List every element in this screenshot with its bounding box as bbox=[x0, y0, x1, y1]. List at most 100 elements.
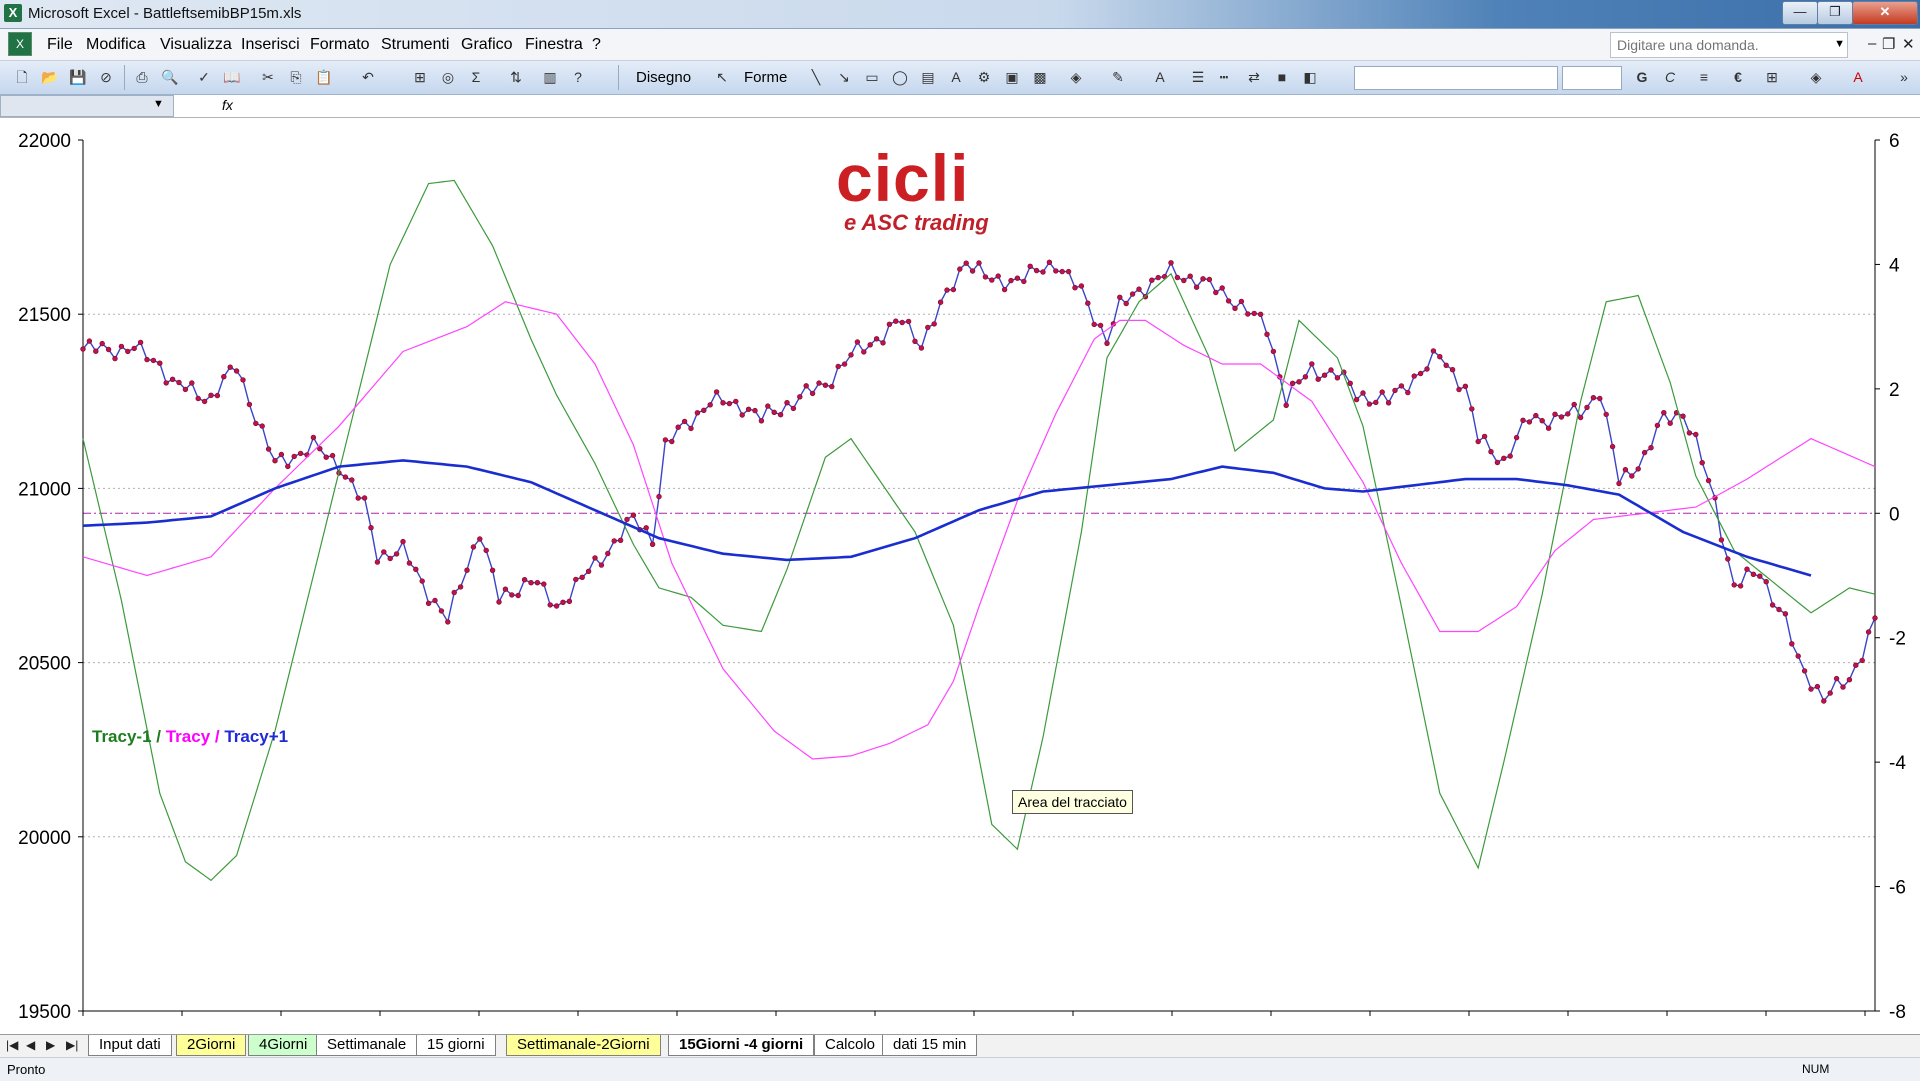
maximize-button[interactable]: ❐ bbox=[1817, 1, 1853, 25]
price-point bbox=[1648, 445, 1654, 451]
paste-icon[interactable]: 📋 bbox=[314, 67, 334, 87]
picture-icon[interactable]: ▩ bbox=[1030, 67, 1050, 87]
line-style-icon[interactable]: ☰ bbox=[1188, 67, 1208, 87]
last-sheet-icon[interactable]: ▶| bbox=[66, 1038, 78, 1052]
menu-grafico[interactable]: Grafico bbox=[461, 36, 513, 54]
copy-icon[interactable]: ⎘ bbox=[286, 67, 306, 87]
menu-formato[interactable]: Formato bbox=[310, 36, 370, 54]
arrow-style-icon[interactable]: ⇄ bbox=[1244, 67, 1264, 87]
menu-help[interactable]: ? bbox=[592, 36, 601, 54]
menu-file[interactable]: File bbox=[47, 36, 73, 54]
sheet-tab[interactable]: dati 15 min bbox=[882, 1035, 978, 1056]
fill-color-icon[interactable]: ◈ bbox=[1066, 67, 1086, 87]
sheet-tab[interactable]: Settimanale bbox=[316, 1035, 418, 1056]
font-size-dropdown[interactable] bbox=[1562, 66, 1622, 90]
clipart-icon[interactable]: ▣ bbox=[1002, 67, 1022, 87]
sheet-tab[interactable]: Input dati bbox=[88, 1035, 172, 1056]
print-preview-icon[interactable]: 🔍 bbox=[160, 67, 180, 87]
price-point bbox=[1456, 386, 1462, 393]
doc-minimize-button[interactable]: – bbox=[1868, 35, 1876, 52]
next-sheet-icon[interactable]: ▶ bbox=[46, 1038, 55, 1052]
bold-button[interactable]: G bbox=[1632, 67, 1652, 87]
permission-icon[interactable]: ⊘ bbox=[96, 67, 116, 87]
sheet-tab[interactable]: 15Giorni -4 giorni bbox=[668, 1035, 815, 1056]
price-point bbox=[739, 412, 745, 418]
price-point bbox=[656, 493, 662, 500]
chevron-down-icon[interactable]: ▼ bbox=[1834, 38, 1845, 50]
font-color-icon[interactable]: A bbox=[1848, 67, 1868, 87]
menu-strumenti[interactable]: Strumenti bbox=[381, 36, 449, 54]
price-point bbox=[1782, 611, 1789, 617]
euro-button[interactable]: € bbox=[1728, 67, 1748, 87]
textbox-icon[interactable]: ▤ bbox=[918, 67, 938, 87]
sheet-tab[interactable]: Calcolo bbox=[814, 1035, 887, 1056]
chart[interactable]: 22000 21500 21000 20500 20000 19500 6 4 2 0 -2 -4 -6… bbox=[0, 118, 1920, 1034]
sheet-tab[interactable]: 4Giorni bbox=[248, 1035, 319, 1056]
new-icon[interactable]: 🗋 bbox=[12, 67, 32, 87]
line-color-icon[interactable]: ✎ bbox=[1108, 67, 1128, 87]
select-arrow-icon[interactable]: ↖ bbox=[712, 67, 732, 87]
align-icon[interactable]: ≡ bbox=[1694, 67, 1714, 87]
sheet-tab[interactable]: 2Giorni bbox=[176, 1035, 247, 1056]
name-box[interactable]: ▼ bbox=[0, 95, 174, 117]
first-sheet-icon[interactable]: |◀ bbox=[6, 1038, 18, 1052]
shapes-menu[interactable]: Forme bbox=[744, 69, 787, 86]
doc-restore-button[interactable]: ❐ bbox=[1882, 35, 1895, 53]
hyperlink-icon[interactable]: ⊞ bbox=[410, 67, 430, 87]
chart-area[interactable]: 22000 21500 21000 20500 20000 19500 6 4 2 0 -2 -4 -6… bbox=[0, 118, 1920, 1034]
sort-icon[interactable]: ⇅ bbox=[506, 67, 526, 87]
chart-wizard-icon[interactable]: ▥ bbox=[540, 67, 560, 87]
dash-style-icon[interactable]: ┅ bbox=[1214, 67, 1234, 87]
price-point bbox=[1443, 362, 1449, 369]
spelling-icon[interactable]: ✓ bbox=[194, 67, 214, 87]
rectangle-icon[interactable]: ▭ bbox=[862, 67, 882, 87]
save-icon[interactable]: 💾 bbox=[68, 67, 88, 87]
left-tick-label: 20000 bbox=[18, 828, 71, 849]
menu-modifica[interactable]: Modifica bbox=[86, 36, 146, 54]
menu-inserisci[interactable]: Inserisci bbox=[241, 36, 300, 54]
chevron-down-icon[interactable]: ▼ bbox=[153, 98, 164, 110]
price-point bbox=[163, 380, 169, 386]
web-icon[interactable]: ◎ bbox=[438, 67, 458, 87]
font-name-dropdown[interactable] bbox=[1354, 66, 1558, 90]
font-color-icon[interactable]: A bbox=[1150, 67, 1170, 87]
price-point bbox=[1379, 389, 1385, 395]
help-search-input[interactable] bbox=[1611, 33, 1824, 57]
autosum-icon[interactable]: Σ bbox=[466, 67, 486, 87]
insert-function-button[interactable]: fx bbox=[222, 97, 233, 113]
close-button[interactable]: ✕ bbox=[1852, 1, 1918, 25]
fill-color-icon[interactable]: ◈ bbox=[1806, 67, 1826, 87]
prev-sheet-icon[interactable]: ◀ bbox=[26, 1038, 35, 1052]
toolbar: 🗋 📂 💾 ⊘ ⎙ 🔍 ✓ 📖 ✂ ⎘ 📋 ↶ ⊞ ◎ Σ ⇅ ▥ ? Dise… bbox=[0, 61, 1920, 95]
help-search-box[interactable]: ▼ bbox=[1610, 32, 1848, 58]
research-icon[interactable]: 📖 bbox=[222, 67, 242, 87]
sheet-tab[interactable]: Settimanale-2Giorni bbox=[506, 1035, 661, 1056]
workbook-icon[interactable]: X bbox=[8, 32, 32, 56]
price-point bbox=[937, 299, 944, 305]
draw-menu[interactable]: Disegno bbox=[636, 69, 691, 86]
print-icon[interactable]: ⎙ bbox=[132, 67, 152, 87]
price-point bbox=[598, 562, 605, 568]
line-icon[interactable]: ╲ bbox=[806, 67, 826, 87]
minimize-button[interactable]: — bbox=[1782, 1, 1818, 25]
toolbar-options-icon[interactable]: » bbox=[1894, 67, 1914, 87]
italic-button[interactable]: C bbox=[1660, 67, 1680, 87]
menu-finestra[interactable]: Finestra bbox=[525, 36, 583, 54]
3d-icon[interactable]: ◧ bbox=[1300, 67, 1320, 87]
borders-icon[interactable]: ⊞ bbox=[1762, 67, 1782, 87]
price-point bbox=[393, 551, 400, 557]
help-icon[interactable]: ? bbox=[568, 67, 588, 87]
shadow-icon[interactable]: ■ bbox=[1272, 67, 1292, 87]
open-folder-icon[interactable]: 📂 bbox=[40, 67, 60, 87]
oval-icon[interactable]: ◯ bbox=[890, 67, 910, 87]
excel-app-icon[interactable]: X bbox=[4, 4, 22, 22]
cut-icon[interactable]: ✂ bbox=[258, 67, 278, 87]
sheet-tab[interactable]: 15 giorni bbox=[416, 1035, 496, 1056]
undo-icon[interactable]: ↶ bbox=[358, 67, 378, 87]
menu-visualizza[interactable]: Visualizza bbox=[160, 36, 232, 54]
diagram-icon[interactable]: ⚙ bbox=[974, 67, 994, 87]
doc-close-button[interactable]: ✕ bbox=[1902, 35, 1915, 53]
price-point bbox=[182, 386, 189, 393]
arrow-icon[interactable]: ↘ bbox=[834, 67, 854, 87]
wordart-icon[interactable]: A bbox=[946, 67, 966, 87]
